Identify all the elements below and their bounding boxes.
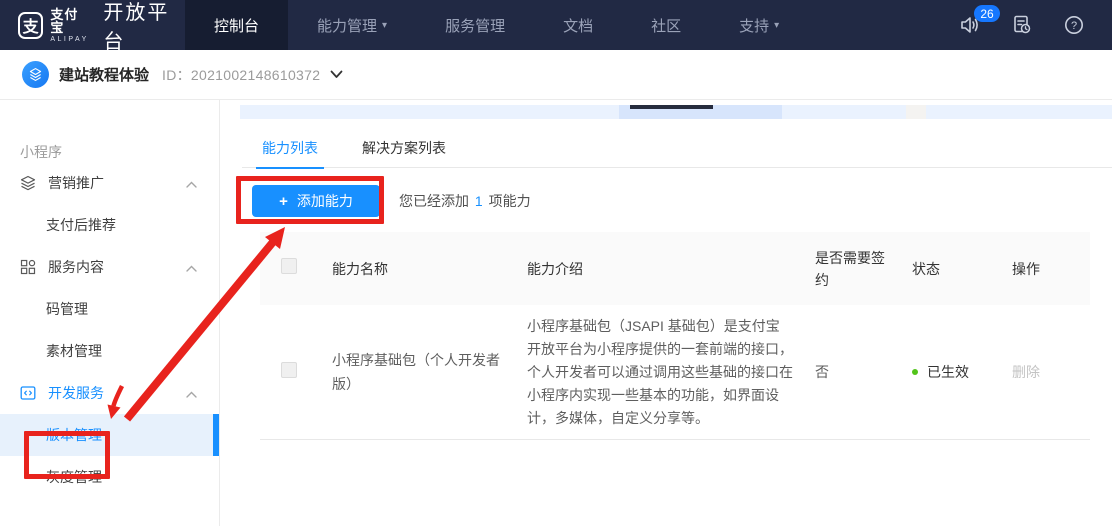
grid-icon (20, 259, 36, 275)
alipay-logo[interactable]: 支 支付宝 ALIPAY 开放平台 (0, 0, 185, 50)
sidebar-item-code-management[interactable]: 码管理 (0, 288, 219, 330)
nav-item-label: 社区 (651, 15, 681, 36)
nav-item-console[interactable]: 控制台 (185, 0, 288, 50)
nav-item-support[interactable]: 支持 ▾ (710, 0, 808, 50)
nav-item-service[interactable]: 服务管理 (416, 0, 534, 50)
col-header-need-sign: 是否需要签约 (815, 247, 912, 291)
layers-icon (20, 175, 36, 191)
delete-link[interactable]: 删除 (1012, 364, 1040, 380)
nav-menu: 控制台 能力管理 ▾ 服务管理 文档 社区 支持 ▾ (185, 0, 808, 50)
scrolled-banner-gap (906, 105, 926, 119)
status-badge: 已生效 (927, 360, 969, 384)
scrolled-banner-dark-bar (630, 105, 713, 109)
tab-capability-list[interactable]: 能力列表 (260, 128, 320, 168)
need-sign-value: 否 (815, 360, 912, 384)
app-switcher-chevron-down-icon[interactable] (330, 66, 343, 84)
sidebar-item-label: 码管理 (46, 299, 88, 319)
capability-description: 小程序基础包（JSAPI 基础包）是支付宝开放平台为小程序提供的一套前端的接口，… (527, 315, 793, 430)
summary-suffix: 项能力 (485, 193, 531, 209)
row-checkbox[interactable] (281, 362, 297, 378)
announcement-speaker-icon[interactable]: 26 (958, 13, 982, 37)
nav-item-label: 服务管理 (445, 15, 505, 36)
sidebar-group-label: 服务内容 (48, 257, 104, 277)
mini-app-avatar-icon (22, 61, 49, 88)
chevron-up-icon (186, 385, 197, 401)
page: 支 支付宝 ALIPAY 开放平台 控制台 能力管理 ▾ 服务管理 文档 社区 支… (0, 0, 1112, 526)
sidebar-group-label: 营销推广 (48, 173, 104, 193)
main-content: 能力列表 解决方案列表 + 添加能力 您已经添加 1 项能力 能力名称 能力介绍… (220, 100, 1112, 526)
sidebar-item-material-management[interactable]: 素材管理 (0, 330, 219, 372)
platform-title: 开放平台 (103, 0, 185, 54)
table-header-row: 能力名称 能力介绍 是否需要签约 状态 操作 (260, 232, 1090, 305)
sidebar-group-dev-service[interactable]: 开发服务 (0, 372, 219, 414)
help-icon[interactable]: ? (1062, 13, 1086, 37)
app-name: 建站教程体验 (59, 64, 149, 85)
sidebar-group-marketing[interactable]: 营销推广 (0, 162, 219, 204)
nav-item-label: 能力管理 (317, 15, 377, 36)
col-header-action: 操作 (1012, 258, 1090, 280)
nav-item-label: 控制台 (214, 15, 259, 36)
work-order-history-icon[interactable] (1010, 13, 1034, 37)
sidebar-group-service-content[interactable]: 服务内容 (0, 246, 219, 288)
col-header-name: 能力名称 (332, 258, 527, 280)
nav-item-label: 支持 (739, 15, 769, 36)
alipay-logo-icon: 支 (18, 12, 43, 39)
capability-name: 小程序基础包（个人开发者版） (332, 348, 502, 396)
nav-item-community[interactable]: 社区 (622, 0, 710, 50)
svg-text:?: ? (1071, 20, 1077, 32)
caret-down-icon: ▾ (774, 20, 779, 31)
top-navbar: 支 支付宝 ALIPAY 开放平台 控制台 能力管理 ▾ 服务管理 文档 社区 支… (0, 0, 1112, 50)
tab-solution-list[interactable]: 解决方案列表 (360, 128, 448, 168)
app-header-bar: 建站教程体验 ID：2021002148610372 (0, 50, 1112, 100)
nav-right-icons: 26 ? (958, 0, 1086, 50)
annotation-box-version-management (24, 431, 110, 479)
summary-prefix: 您已经添加 (399, 193, 473, 209)
annotation-box-add-capability (236, 176, 384, 224)
chevron-up-icon (186, 259, 197, 275)
nav-item-label: 文档 (563, 15, 593, 36)
summary-count: 1 (473, 193, 485, 209)
col-header-status: 状态 (912, 258, 1012, 280)
status-green-dot-icon (912, 369, 918, 375)
sidebar-item-post-payment-recommend[interactable]: 支付后推荐 (0, 204, 219, 246)
brand-cn: 支付宝 (50, 8, 89, 34)
app-id: ID：2021002148610372 (162, 65, 320, 85)
capability-count-summary: 您已经添加 1 项能力 (399, 191, 531, 211)
notification-badge[interactable]: 26 (974, 5, 1000, 22)
sidebar-item-label: 支付后推荐 (46, 215, 116, 235)
sidebar-group-label: 开发服务 (48, 383, 104, 403)
chevron-up-icon (186, 175, 197, 191)
brand-en: ALIPAY (50, 36, 89, 43)
caret-down-icon: ▾ (382, 20, 387, 31)
nav-item-docs[interactable]: 文档 (534, 0, 622, 50)
col-header-description: 能力介绍 (527, 258, 815, 280)
alipay-logo-text: 支付宝 ALIPAY (50, 8, 89, 43)
sidebar-item-label: 素材管理 (46, 341, 102, 361)
capability-table: 能力名称 能力介绍 是否需要签约 状态 操作 小程序基础包（个人开发者版） 小程… (260, 232, 1090, 440)
tab-label: 能力列表 (262, 138, 318, 158)
sidebar-section-miniprogram: 小程序 (0, 142, 219, 162)
content-tabs: 能力列表 解决方案列表 (242, 128, 1112, 168)
tab-label: 解决方案列表 (362, 138, 446, 158)
select-all-checkbox[interactable] (281, 258, 297, 274)
status-cell: 已生效 (912, 360, 1012, 384)
nav-item-capability[interactable]: 能力管理 ▾ (288, 0, 416, 50)
code-window-icon (20, 385, 36, 401)
table-row: 小程序基础包（个人开发者版） 小程序基础包（JSAPI 基础包）是支付宝开放平台… (260, 305, 1090, 440)
